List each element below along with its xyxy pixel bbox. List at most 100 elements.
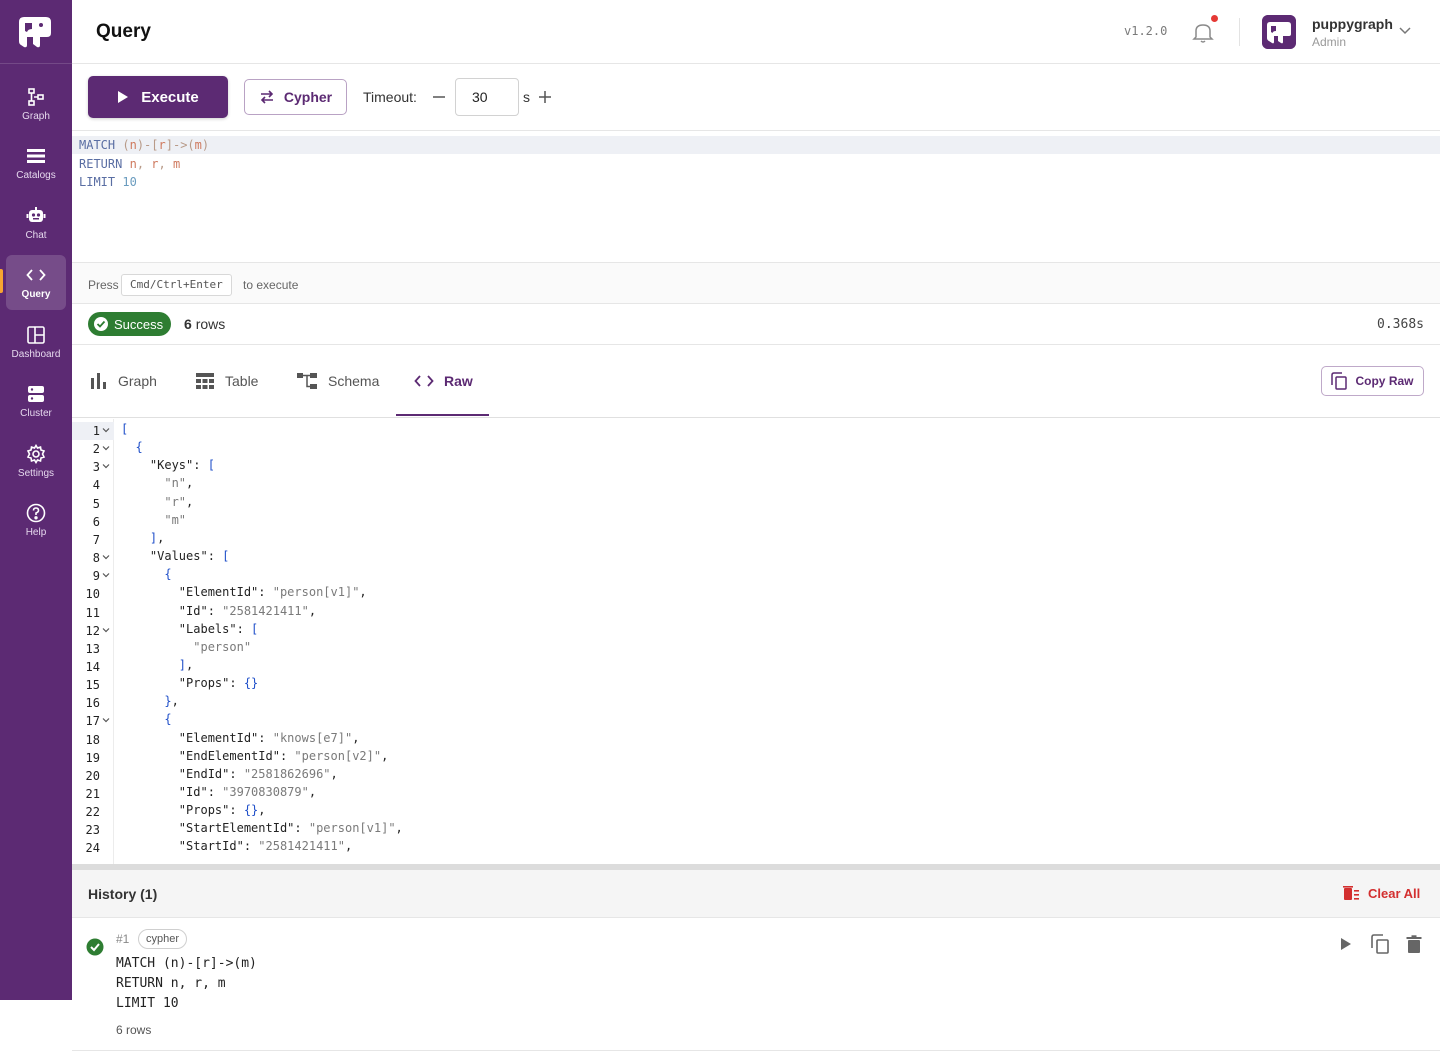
json-token: , (157, 530, 165, 545)
json-line: [ (121, 420, 128, 438)
fold-chevron-icon[interactable] (102, 716, 110, 724)
sidebar-item-dashboard[interactable]: Dashboard (0, 312, 72, 372)
raw-json-viewer[interactable]: 1 2 3 4 5 6 7 8 9 10 11 12 13 14 15 16 17 18 19 20 21 22 23 24 … (72, 419, 1440, 864)
history-rows: 6 rows (116, 1023, 152, 1037)
history-title: History (1) (88, 886, 158, 902)
json-token: "Props": (178, 803, 244, 818)
top-header: Query v1.2.0 puppygraph Admin (72, 0, 1440, 64)
fold-chevron-icon[interactable] (102, 444, 110, 452)
fold-chevron-icon[interactable] (102, 426, 110, 434)
line-number-text: 22 (85, 805, 100, 820)
json-token: "person[v1]" (308, 821, 396, 836)
tab-schema[interactable]: Schema (296, 345, 379, 417)
editor-token: ]->( (165, 138, 195, 152)
json-token: "Keys": (149, 458, 208, 473)
json-token: , (258, 803, 266, 818)
rows-count: 6 rows (184, 316, 225, 332)
line-number: 15 (72, 676, 114, 694)
plus-icon[interactable] (536, 88, 554, 106)
line-number-text: 7 (92, 532, 100, 547)
clear-all-label: Clear All (1368, 885, 1421, 901)
json-token: [ (121, 422, 129, 436)
json-token: "knows[e7]" (272, 730, 353, 745)
sidebar-item-settings[interactable]: Settings (0, 431, 72, 491)
line-number-text: 21 (85, 787, 100, 801)
bell-icon[interactable] (1192, 20, 1214, 44)
hint-suffix: to execute (243, 278, 299, 292)
json-line: }, (121, 692, 178, 710)
sidebar-item-help[interactable]: Help (0, 491, 72, 551)
check-circle-icon (94, 317, 108, 331)
fold-chevron-icon[interactable] (102, 571, 110, 579)
active-marker (0, 268, 3, 293)
language-toggle-button[interactable]: Cypher (244, 79, 347, 115)
sidebar-item-label: Cluster (20, 408, 52, 420)
tab-table[interactable]: Table (195, 345, 258, 417)
sidebar-divider (0, 63, 72, 64)
line-number-text: 10 (85, 587, 100, 602)
json-token: [ (207, 458, 215, 473)
fold-chevron-icon[interactable] (102, 553, 110, 561)
sidebar-item-graph[interactable]: Graph (0, 74, 72, 134)
tab-raw[interactable]: Raw (414, 345, 473, 417)
delete-history-button[interactable] (1404, 934, 1424, 954)
editor-token: RETURN (79, 156, 130, 171)
header-divider (1239, 18, 1240, 46)
json-line: "Labels": [ (121, 620, 258, 638)
status-label: Success (114, 316, 164, 332)
clear-all-button[interactable]: Clear All (1342, 885, 1420, 901)
sidebar-item-cluster[interactable]: Cluster (0, 372, 72, 432)
sidebar-item-chat[interactable]: Chat (0, 193, 72, 253)
query-editor[interactable]: MATCH (n)-[r]->(m) RETURN n, r, m LIMIT 10 (72, 131, 1440, 263)
minus-icon[interactable] (430, 88, 448, 106)
json-token: "StartElementId": (178, 821, 309, 836)
json-line: "StartElementId": "person[v1]", (121, 819, 403, 837)
json-token: {} (243, 803, 259, 818)
line-number-text: 2 (92, 442, 100, 457)
line-number: 12 (72, 622, 114, 640)
sidebar-item-query[interactable]: Query (0, 253, 72, 313)
line-number: 7 (72, 531, 114, 549)
copy-query-button[interactable] (1370, 934, 1390, 954)
puppygraph-logo[interactable] (16, 14, 54, 50)
sidebar-item-catalogs[interactable]: Catalogs (0, 134, 72, 194)
history-number: #1 (116, 932, 130, 946)
avatar[interactable] (1262, 15, 1296, 49)
json-token: "2581862696" (243, 766, 331, 781)
json-line: "ElementId": "knows[e7]", (121, 729, 360, 747)
app-root: Graph Catalogs Chat Query Dashboard Clus… (0, 0, 1440, 1051)
json-token: "m" (164, 512, 187, 527)
sidebar-item-label: Chat (25, 229, 47, 241)
timeout-label: Timeout: (363, 89, 417, 105)
chevron-down-icon[interactable] (1398, 26, 1412, 36)
fold-chevron-icon[interactable] (102, 462, 110, 470)
line-number: 3 (72, 458, 114, 476)
execute-button[interactable]: Execute (88, 76, 228, 118)
tab-graph[interactable]: Graph (90, 345, 157, 417)
history-actions (1336, 934, 1424, 954)
version-label: v1.2.0 (1124, 24, 1168, 38)
run-again-button[interactable] (1336, 934, 1356, 954)
robot-icon (25, 205, 47, 227)
line-number: 22 (72, 803, 114, 821)
timeout-input[interactable] (455, 78, 519, 116)
fold-chevron-icon[interactable] (102, 626, 110, 634)
editor-token: n (129, 156, 137, 171)
line-number: 5 (72, 495, 114, 513)
editor-token: MATCH (79, 138, 123, 152)
copy-icon (1331, 372, 1348, 390)
history-item[interactable]: #1 cypher MATCH (n)-[r]->(m) RETURN n, r… (72, 918, 1440, 1051)
json-line: "Id": "3970830879", (121, 783, 316, 801)
json-token: [ (251, 621, 259, 636)
json-line: { (121, 710, 171, 728)
copy-raw-button[interactable]: Copy Raw (1321, 366, 1424, 396)
editor-token: , (136, 156, 152, 171)
result-tabs: Graph Table Schema Raw Copy Raw (72, 345, 1440, 418)
list-icon (25, 145, 47, 167)
line-number-text: 19 (85, 750, 100, 765)
sidebar-item-label: Dashboard (11, 348, 61, 360)
